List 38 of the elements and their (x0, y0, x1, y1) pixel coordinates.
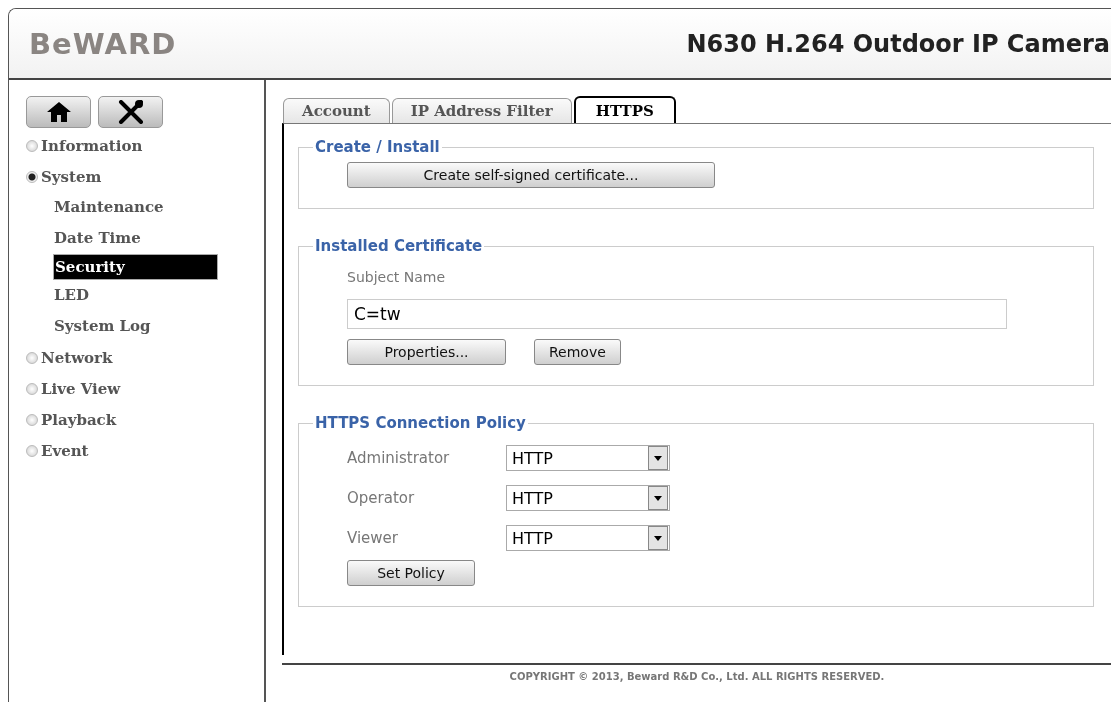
sidebar-item[interactable]: System (26, 161, 102, 192)
dropdown-arrow-icon (654, 535, 662, 541)
sidebar-subitem[interactable]: Security (53, 254, 218, 280)
tab[interactable]: Account (283, 98, 390, 123)
sidebar-subitem[interactable]: System Log (53, 311, 151, 342)
logo: BeWARD (29, 26, 177, 61)
certificate-button[interactable]: Remove (534, 339, 621, 365)
group-title: HTTPS Connection Policy (314, 414, 527, 432)
sidebar-item[interactable]: Network (26, 342, 113, 373)
sidebar-item[interactable]: Event (26, 435, 89, 466)
sidebar-subitem[interactable]: Maintenance (53, 192, 164, 223)
home-icon (45, 101, 72, 123)
tools-button[interactable] (98, 96, 163, 128)
dropdown-arrow-icon (654, 455, 662, 461)
group-title: Create / Install (314, 138, 441, 156)
role-label: Administrator (347, 449, 451, 467)
sidebar-item[interactable]: Live View (26, 373, 121, 404)
group-title: Installed Certificate (314, 237, 484, 255)
role-label: Operator (347, 489, 416, 507)
home-button[interactable] (26, 96, 91, 128)
protocol-dropdown[interactable]: HTTP (506, 525, 670, 551)
sidebar-item[interactable]: Information (26, 130, 143, 161)
set-policy-button[interactable]: Set Policy (347, 560, 475, 586)
subject-name-label: Subject Name (347, 269, 447, 285)
sidebar-subitem[interactable]: Date Time (53, 223, 141, 254)
protocol-dropdown[interactable]: HTTP (506, 445, 670, 471)
page-title: N630 H.264 Outdoor IP Camera (686, 29, 1110, 58)
dropdown-arrow-icon (654, 495, 662, 501)
sidebar-item[interactable]: Playback (26, 404, 117, 435)
certificate-button[interactable]: Properties... (347, 339, 506, 365)
role-label: Viewer (347, 529, 399, 547)
copyright-text: COPYRIGHT © 2013, Beward R&D Co., Ltd. ALL RIGHTS RESERVED. (282, 663, 1111, 682)
sidebar-subitem[interactable]: LED (53, 280, 89, 311)
create-certificate-button[interactable]: Create self-signed certificate... (347, 162, 715, 188)
tab[interactable]: HTTPS (573, 96, 676, 123)
tab[interactable]: IP Address Filter (391, 98, 572, 123)
subject-name-field[interactable]: C=tw (347, 299, 1007, 329)
protocol-dropdown[interactable]: HTTP (506, 485, 670, 511)
